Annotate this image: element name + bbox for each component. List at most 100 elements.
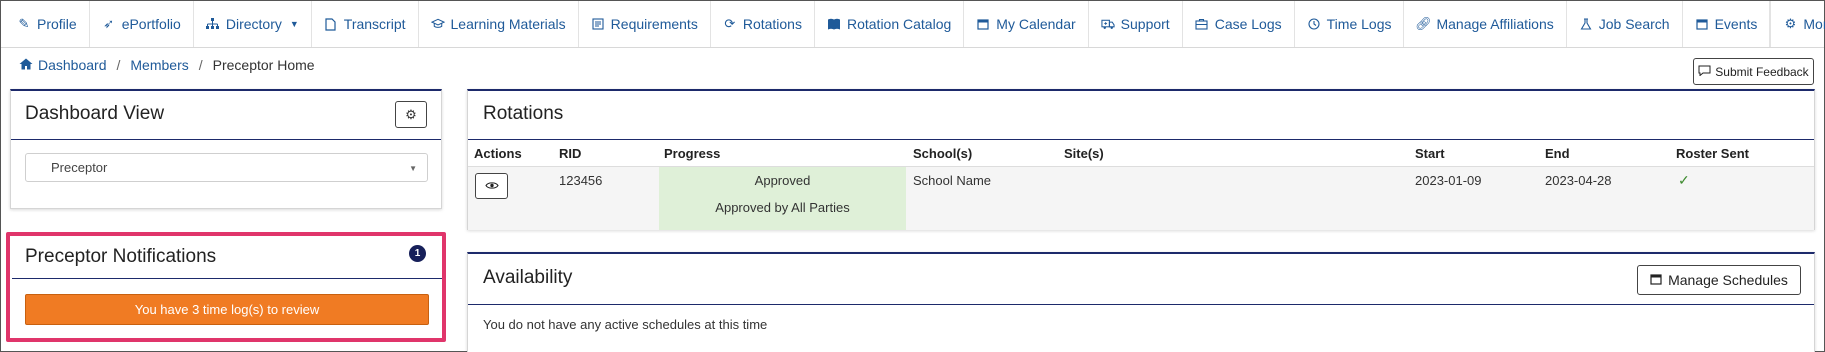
breadcrumb-separator: / bbox=[116, 57, 121, 73]
comment-icon bbox=[1698, 65, 1711, 79]
nav-label: Job Search bbox=[1598, 16, 1670, 32]
nav-job-search[interactable]: Job Search bbox=[1567, 1, 1683, 47]
nav-rotation-catalog[interactable]: Rotation Catalog bbox=[815, 1, 965, 47]
flask-icon bbox=[1579, 18, 1593, 30]
nav-label: Time Logs bbox=[1326, 16, 1392, 32]
settings-button[interactable]: ⚙ bbox=[395, 101, 427, 128]
nav-label: Learning Materials bbox=[450, 16, 566, 32]
nav-label: Transcript bbox=[343, 16, 406, 32]
card-divider bbox=[11, 139, 441, 140]
nav-support[interactable]: Support bbox=[1089, 1, 1183, 47]
nav-profile[interactable]: ✎ Profile bbox=[1, 1, 90, 47]
breadcrumb: Dashboard / Members / Preceptor Home bbox=[19, 57, 315, 73]
rocket-icon: ➶ bbox=[103, 16, 115, 31]
table-header: Actions RID Progress School(s) Site(s) S… bbox=[468, 141, 1814, 166]
card-title: Dashboard View bbox=[25, 103, 165, 124]
submit-feedback-button[interactable]: Submit Feedback bbox=[1693, 58, 1814, 85]
caret-down-icon: ▼ bbox=[289, 19, 299, 29]
column-header-rid: RID bbox=[559, 146, 582, 161]
nav-label: Profile bbox=[37, 16, 77, 32]
nav-label: Support bbox=[1120, 16, 1170, 32]
breadcrumb-label: Dashboard bbox=[38, 57, 107, 73]
nav-learning-materials[interactable]: Learning Materials bbox=[419, 1, 579, 47]
calendar-icon bbox=[1650, 272, 1662, 288]
school-cell: School Name bbox=[913, 173, 992, 188]
table-row: 123456 Approved Approved by All Parties … bbox=[468, 166, 1814, 230]
graduation-cap-icon bbox=[430, 18, 445, 30]
nav-label: ePortfolio bbox=[121, 16, 181, 32]
availability-message: You do not have any active schedules at … bbox=[483, 317, 768, 332]
breadcrumb-separator: / bbox=[198, 57, 203, 73]
nav-rotations[interactable]: ⟳ Rotations bbox=[711, 1, 815, 47]
progress-detail: Approved by All Parties bbox=[715, 200, 850, 215]
check-icon: ✓ bbox=[1678, 172, 1690, 188]
availability-card: Availability Manage Schedules You do not… bbox=[467, 252, 1815, 352]
nav-label: Rotation Catalog bbox=[846, 16, 952, 32]
column-header-schools: School(s) bbox=[913, 146, 973, 161]
review-time-logs-button[interactable]: You have 3 time log(s) to review bbox=[25, 294, 429, 325]
chevron-down-icon: ▼ bbox=[409, 164, 417, 173]
breadcrumb-dashboard[interactable]: Dashboard bbox=[19, 57, 107, 73]
rid-cell: 123456 bbox=[559, 173, 603, 188]
list-icon bbox=[591, 18, 605, 30]
breadcrumb-current: Preceptor Home bbox=[212, 57, 315, 73]
button-label: Submit Feedback bbox=[1715, 64, 1809, 79]
card-divider bbox=[468, 304, 1814, 305]
button-label: Manage Schedules bbox=[1668, 272, 1788, 288]
link-icon: 🔗︎ bbox=[1415, 16, 1432, 31]
column-header-roster-sent: Roster Sent bbox=[1676, 146, 1749, 161]
column-header-progress: Progress bbox=[664, 146, 721, 161]
nav-directory[interactable]: Directory ▼ bbox=[194, 1, 312, 47]
select-value: Preceptor bbox=[51, 160, 108, 175]
top-nav: ✎ Profile ➶ ePortfolio Directory ▼ Trans… bbox=[1, 1, 1825, 48]
nav-label: More bbox=[1803, 16, 1825, 32]
card-divider bbox=[12, 278, 442, 279]
nav-label: Manage Affiliations bbox=[1436, 16, 1554, 32]
dashboard-view-card: Dashboard View ⚙ Preceptor ▼ bbox=[10, 89, 442, 209]
gear-icon: ⚙ bbox=[1784, 16, 1797, 31]
nav-more[interactable]: ⚙ More ▼ bbox=[1771, 1, 1825, 47]
column-header-end: End bbox=[1545, 146, 1570, 161]
manage-schedules-button[interactable]: Manage Schedules bbox=[1637, 265, 1801, 295]
nav-label: My Calendar bbox=[996, 16, 1076, 32]
nav-time-logs[interactable]: Time Logs bbox=[1295, 1, 1405, 47]
book-icon bbox=[827, 18, 841, 30]
nav-events[interactable]: Events bbox=[1683, 1, 1771, 47]
notification-count-badge: 1 bbox=[409, 245, 426, 262]
nav-label: Directory bbox=[225, 16, 282, 32]
nav-requirements[interactable]: Requirements bbox=[579, 1, 711, 47]
nav-label: Rotations bbox=[742, 16, 802, 32]
progress-status: Approved bbox=[754, 173, 811, 188]
nav-label: Requirements bbox=[610, 16, 698, 32]
end-date-cell: 2023-04-28 bbox=[1545, 173, 1612, 188]
briefcase-icon bbox=[1195, 18, 1209, 30]
card-title: Availability bbox=[483, 267, 573, 288]
home-icon bbox=[19, 57, 33, 73]
card-divider bbox=[468, 139, 1814, 140]
file-icon bbox=[324, 17, 338, 31]
card-title: Preceptor Notifications bbox=[25, 246, 217, 267]
nav-eportfolio[interactable]: ➶ ePortfolio bbox=[90, 1, 194, 47]
progress-cell: Approved Approved by All Parties bbox=[659, 167, 906, 230]
breadcrumb-members[interactable]: Members bbox=[130, 57, 188, 73]
nav-my-calendar[interactable]: My Calendar bbox=[964, 1, 1089, 47]
dashboard-view-select[interactable]: Preceptor ▼ bbox=[25, 153, 428, 182]
nav-case-logs[interactable]: Case Logs bbox=[1183, 1, 1295, 47]
clock-icon bbox=[1307, 18, 1321, 30]
nav-manage-affiliations[interactable]: 🔗︎ Manage Affiliations bbox=[1404, 1, 1567, 47]
preceptor-notifications-card: Preceptor Notifications 1 You have 3 tim… bbox=[12, 236, 442, 338]
nav-transcript[interactable]: Transcript bbox=[312, 1, 419, 47]
card-title: Rotations bbox=[483, 103, 564, 124]
column-header-actions: Actions bbox=[474, 146, 522, 161]
sitemap-icon bbox=[206, 18, 220, 30]
calendar-icon bbox=[976, 18, 990, 30]
view-rotation-button[interactable] bbox=[475, 173, 508, 199]
pencil-icon: ✎ bbox=[18, 16, 30, 31]
rotations-card: Rotations Actions RID Progress School(s)… bbox=[467, 89, 1815, 230]
nav-label: Case Logs bbox=[1214, 16, 1282, 32]
column-header-start: Start bbox=[1415, 146, 1445, 161]
gear-icon: ⚙ bbox=[405, 106, 417, 122]
calendar-icon bbox=[1695, 18, 1709, 30]
start-date-cell: 2023-01-09 bbox=[1415, 173, 1482, 188]
ambulance-icon bbox=[1101, 18, 1115, 30]
